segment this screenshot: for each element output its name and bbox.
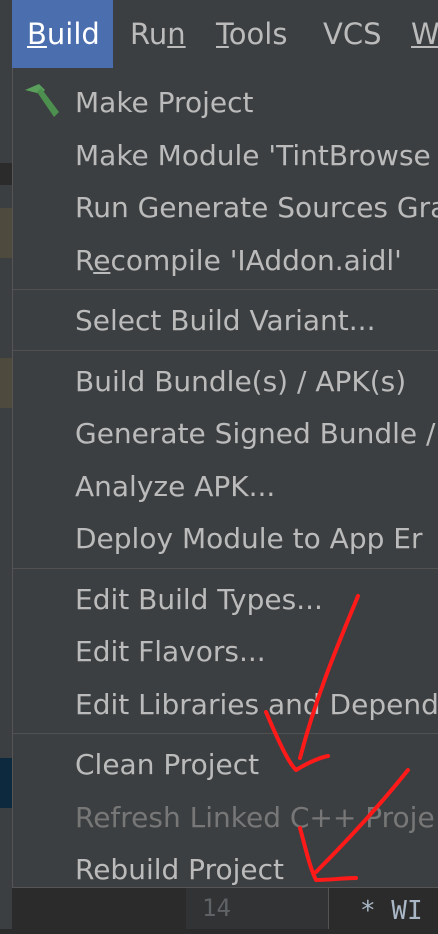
menu-separator [13, 289, 438, 290]
line-number: 14 [202, 894, 231, 922]
highlight-fragment [0, 208, 12, 258]
highlight-fragment [0, 358, 12, 408]
menu-w[interactable]: W [411, 0, 438, 68]
code-line: * WI [360, 896, 423, 926]
menu-item-recompile-iaddon-aidl[interactable]: Recompile 'IAddon.aidl' [75, 241, 402, 281]
menu-item-deploy-module-to-app-er[interactable]: Deploy Module to App Er [75, 519, 422, 559]
menu-item-clean-project[interactable]: Clean Project [75, 745, 259, 785]
menu-item-generate-signed-bundle[interactable]: Generate Signed Bundle / [75, 414, 435, 454]
menu-build[interactable]: Build [12, 0, 113, 68]
menu-separator [13, 349, 438, 351]
menu-item-run-generate-sources-gra[interactable]: Run Generate Sources Gra [75, 188, 438, 228]
menu-vcs[interactable]: VCS [323, 0, 382, 68]
menu-bar: Build Run Tools VCS W [0, 0, 438, 69]
hammer-icon [25, 84, 59, 117]
menu-item-make-module-tintbrowse[interactable]: Make Module 'TintBrowse [75, 136, 431, 176]
selection-fragment [0, 758, 12, 808]
line-number-gutter: 14 [186, 888, 328, 929]
menu-tools[interactable]: Tools [216, 0, 287, 68]
menu-item-make-project[interactable]: Make Project [75, 83, 253, 123]
menu-item-rebuild-project[interactable]: Rebuild Project [75, 850, 284, 890]
toolbar-fragment [0, 163, 12, 185]
editor-background [0, 68, 12, 929]
menu-item-edit-libraries-and-depend[interactable]: Edit Libraries and Depend [75, 685, 438, 725]
menu-item-edit-build-types[interactable]: Edit Build Types... [75, 580, 323, 620]
menu-item-analyze-apk[interactable]: Analyze APK... [75, 467, 275, 507]
menu-item-edit-flavors[interactable]: Edit Flavors... [75, 632, 266, 672]
menu-item-refresh-linked-c-proje: Refresh Linked C++ Proje [75, 800, 435, 834]
menu-run[interactable]: Run [130, 0, 186, 68]
menu-separator [13, 567, 438, 569]
build-menu-dropdown: Make Project Make Module 'TintBrowse Run G… [12, 68, 438, 888]
gutter-divider [328, 888, 329, 929]
menu-separator [13, 733, 438, 734]
menu-item-select-build-variant[interactable]: Select Build Variant... [75, 301, 375, 341]
menu-item-build-bundle-s-apk-s[interactable]: Build Bundle(s) / APK(s) [75, 362, 406, 402]
